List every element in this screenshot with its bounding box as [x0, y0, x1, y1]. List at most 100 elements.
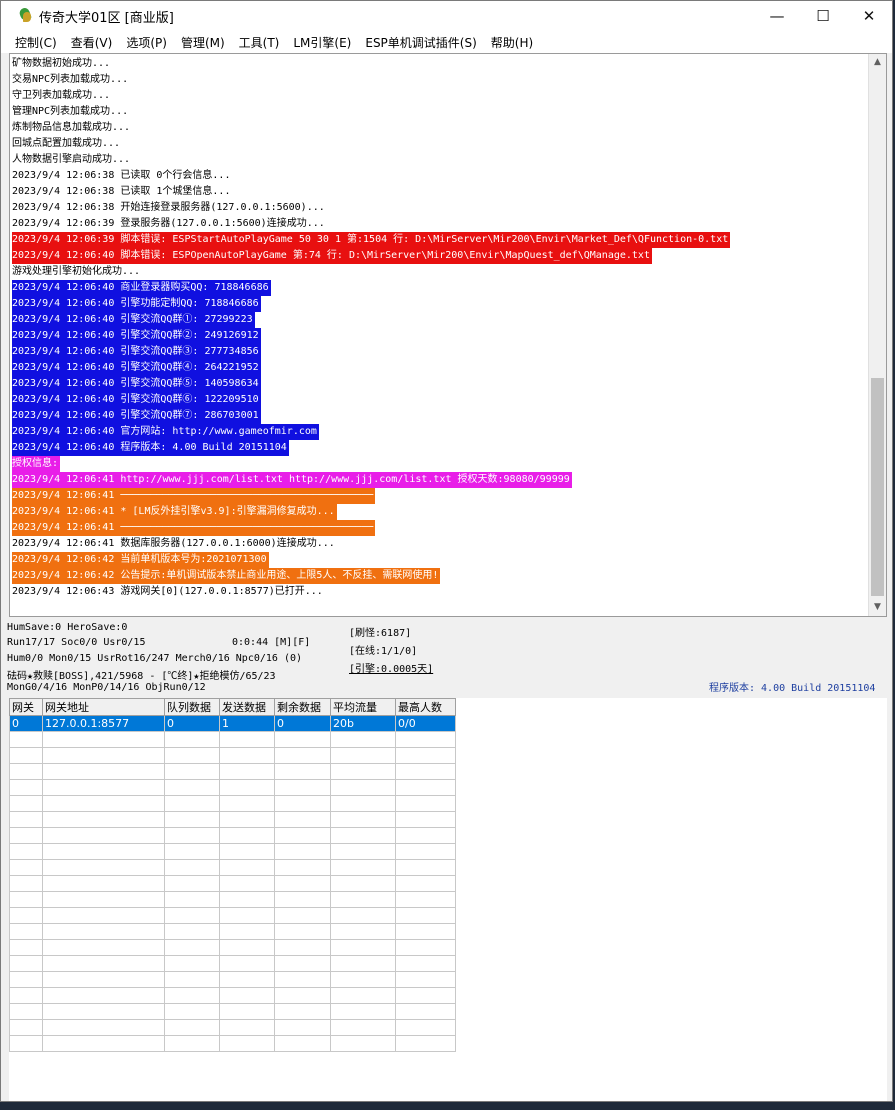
empty-cell [274, 987, 331, 1004]
empty-cell [330, 859, 396, 876]
log-line: 2023/9/4 12:06:40 引擎交流QQ群④: 264221952 [12, 360, 868, 376]
log-line: 矿物数据初始成功... [12, 56, 868, 72]
empty-cell [9, 731, 43, 748]
table-row-empty [9, 763, 456, 780]
cell-avg-traffic[interactable]: 20b [330, 715, 396, 732]
empty-cell [164, 859, 220, 876]
empty-cell [219, 1019, 275, 1036]
cell-gateway[interactable]: 0 [9, 715, 43, 732]
log-line-text: 2023/9/4 12:06:42 当前单机版本号为:2021071300 [12, 552, 269, 568]
log-line: 2023/9/4 12:06:40 程序版本: 4.00 Build 20151… [12, 440, 868, 456]
log-line: 2023/9/4 12:06:40 引擎交流QQ群⑦: 286703001 [12, 408, 868, 424]
empty-cell [42, 795, 165, 812]
empty-cell [219, 795, 275, 812]
empty-cell [164, 827, 220, 844]
empty-cell [9, 779, 43, 796]
empty-cell [330, 827, 396, 844]
empty-cell [330, 843, 396, 860]
close-button[interactable]: ✕ [846, 1, 892, 31]
col-queue[interactable]: 队列数据 [164, 698, 220, 716]
empty-cell [274, 1003, 331, 1020]
menu-lm-engine[interactable]: LM引擎(E) [286, 34, 358, 51]
menu-options[interactable]: 选项(P) [119, 34, 174, 51]
table-row-empty [9, 923, 456, 940]
table-row-empty [9, 939, 456, 956]
empty-cell [9, 811, 43, 828]
log-line: 管理NPC列表加载成功... [12, 104, 868, 120]
menu-tools[interactable]: 工具(T) [232, 34, 287, 51]
empty-cell [330, 731, 396, 748]
empty-cell [164, 1019, 220, 1036]
cell-sent[interactable]: 1 [219, 715, 275, 732]
cell-max-users[interactable]: 0/0 [395, 715, 456, 732]
empty-cell [164, 907, 220, 924]
empty-cell [42, 955, 165, 972]
log-line: 交易NPC列表加载成功... [12, 72, 868, 88]
log-line: 2023/9/4 12:06:42 公告提示:单机调试版本禁止商业用途、上限5人… [12, 568, 868, 584]
log-line: 2023/9/4 12:06:40 脚本错误: ESPOpenAutoPlayG… [12, 248, 868, 264]
col-max-users[interactable]: 最高人数 [395, 698, 456, 716]
table-row[interactable]: 0 127.0.0.1:8577 0 1 0 20b 0/0 [9, 715, 456, 732]
empty-cell [219, 1035, 275, 1052]
log-line-text: 2023/9/4 12:06:38 已读取 0个行会信息... [12, 170, 231, 181]
log-line-text: 2023/9/4 12:06:40 引擎交流QQ群②: 249126912 [12, 328, 261, 344]
log-line-text: 2023/9/4 12:06:40 商业登录器购买QQ: 718846686 [12, 280, 271, 296]
menu-manage[interactable]: 管理(M) [174, 34, 232, 51]
menu-esp-plugin[interactable]: ESP单机调试插件(S) [358, 34, 483, 51]
log-line: 2023/9/4 12:06:41 http://www.jjj.com/lis… [12, 472, 868, 488]
empty-cell [274, 779, 331, 796]
col-avg-traffic[interactable]: 平均流量 [330, 698, 396, 716]
empty-cell [219, 811, 275, 828]
empty-cell [9, 1035, 43, 1052]
log-scrollbar[interactable]: ▲ ▼ [868, 54, 886, 616]
maximize-button[interactable]: ☐ [800, 1, 846, 31]
cell-queue[interactable]: 0 [164, 715, 220, 732]
empty-cell [164, 1003, 220, 1020]
menu-bar: 控制(C) 查看(V) 选项(P) 管理(M) 工具(T) LM引擎(E) ES… [1, 31, 892, 53]
col-gateway[interactable]: 网关 [9, 698, 43, 716]
empty-cell [330, 923, 396, 940]
empty-cell [219, 875, 275, 892]
menu-control[interactable]: 控制(C) [8, 34, 64, 51]
log-panel[interactable]: 矿物数据初始成功... 交易NPC列表加载成功... 守卫列表加载成功... 管理NP… [9, 53, 887, 617]
scroll-down-icon[interactable]: ▼ [869, 599, 886, 616]
log-line-text: 2023/9/4 12:06:40 引擎交流QQ群④: 264221952 [12, 360, 261, 376]
empty-cell [164, 795, 220, 812]
scroll-thumb[interactable] [871, 378, 884, 596]
gateway-table: 网关 网关地址 队列数据 发送数据 剩余数据 平均流量 最高人数 0 127.0… [9, 698, 456, 1052]
menu-help[interactable]: 帮助(H) [484, 34, 540, 51]
empty-cell [42, 827, 165, 844]
empty-cell [164, 747, 220, 764]
col-address[interactable]: 网关地址 [42, 698, 165, 716]
empty-cell [330, 779, 396, 796]
gateway-grid[interactable]: 网关 网关地址 队列数据 发送数据 剩余数据 平均流量 最高人数 0 127.0… [9, 698, 887, 1101]
log-line-text: 回城点配置加载成功... [12, 138, 121, 149]
table-row-empty [9, 795, 456, 812]
empty-cell [42, 875, 165, 892]
table-header-row: 网关 网关地址 队列数据 发送数据 剩余数据 平均流量 最高人数 [9, 698, 456, 716]
empty-cell [274, 843, 331, 860]
scroll-up-icon[interactable]: ▲ [869, 54, 886, 71]
empty-cell [330, 907, 396, 924]
table-row-empty [9, 827, 456, 844]
empty-cell [274, 907, 331, 924]
log-line-text: 2023/9/4 12:06:40 引擎交流QQ群③: 277734856 [12, 344, 261, 360]
log-line-text: 2023/9/4 12:06:38 开始连接登录服务器(127.0.0.1:56… [12, 202, 325, 213]
log-line: 炼制物品信息加载成功... [12, 120, 868, 136]
empty-cell [219, 779, 275, 796]
title-bar[interactable]: 传奇大学01区 [商业版] — ☐ ✕ [1, 1, 892, 31]
empty-cell [42, 987, 165, 1004]
cell-address[interactable]: 127.0.0.1:8577 [42, 715, 165, 732]
empty-cell [395, 939, 456, 956]
empty-cell [9, 827, 43, 844]
log-line: 2023/9/4 12:06:41 ──────────────────────… [12, 520, 868, 536]
status-mon: MonG0/4/16 MonP0/14/16 ObjRun0/12 [7, 682, 206, 693]
menu-view[interactable]: 查看(V) [64, 34, 120, 51]
cell-remaining[interactable]: 0 [274, 715, 331, 732]
minimize-button[interactable]: — [754, 1, 800, 31]
empty-cell [9, 891, 43, 908]
empty-cell [395, 795, 456, 812]
log-line: 游戏处理引擎初始化成功... [12, 264, 868, 280]
col-remaining[interactable]: 剩余数据 [274, 698, 331, 716]
col-sent[interactable]: 发送数据 [219, 698, 275, 716]
